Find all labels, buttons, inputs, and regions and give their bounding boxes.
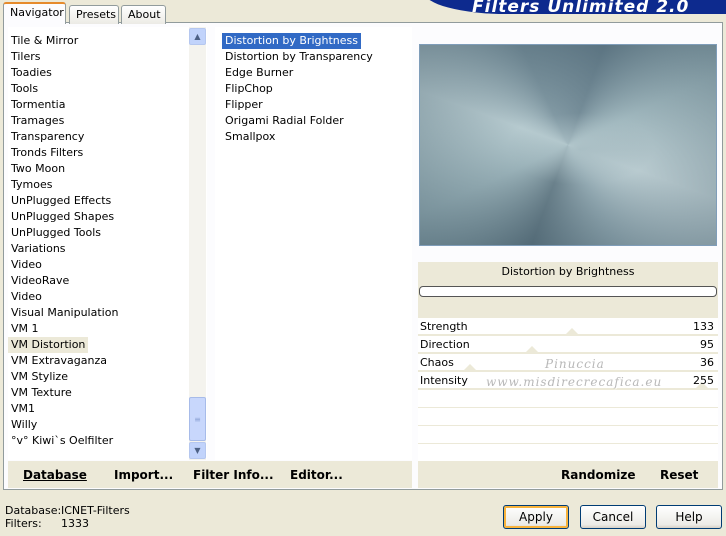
slider-direction[interactable]: Direction 95 xyxy=(418,336,718,353)
watermark-text: Pinuccia xyxy=(545,357,605,371)
slider-row-empty xyxy=(418,444,718,461)
logo-text: Filters Unlimited 2.0 xyxy=(472,0,690,14)
filter-item[interactable]: Edge Burner xyxy=(222,65,296,81)
category-item[interactable]: VM Extravaganza xyxy=(8,353,110,369)
category-item[interactable]: VM Distortion xyxy=(8,337,89,353)
slider-row-empty xyxy=(418,426,718,443)
slider-row-empty xyxy=(418,408,718,425)
tab-about[interactable]: About xyxy=(121,5,166,24)
category-item[interactable]: UnPlugged Effects xyxy=(8,193,114,209)
filter-item[interactable]: Smallpox xyxy=(222,129,278,145)
progress-bar xyxy=(419,286,717,297)
category-item[interactable]: Tramages xyxy=(8,113,67,129)
database-status-value: ICNET-Filters xyxy=(61,504,130,517)
filter-item[interactable]: Flipper xyxy=(222,97,266,113)
randomize-button[interactable]: Randomize xyxy=(561,468,635,482)
slider-thumb[interactable] xyxy=(525,346,539,353)
category-item[interactable]: Two Moon xyxy=(8,161,68,177)
slider-label: Direction xyxy=(420,338,470,351)
category-item[interactable]: Tile & Mirror xyxy=(8,33,81,49)
filter-preview-image xyxy=(419,44,717,246)
filters-count-value: 1333 xyxy=(61,517,89,530)
slider-label: Intensity xyxy=(420,374,468,387)
scroll-thumb[interactable]: ≡ xyxy=(189,397,206,441)
help-button[interactable]: Help xyxy=(656,505,722,529)
category-item[interactable]: Tilers xyxy=(8,49,44,65)
category-list[interactable]: ▲ ≡ ▼ Tile & Mirror Tilers Toadies Tools Tor… xyxy=(8,27,207,460)
scroll-down-arrow-icon[interactable]: ▼ xyxy=(189,442,206,459)
category-item[interactable]: Willy xyxy=(8,417,40,433)
category-item[interactable]: Visual Manipulation xyxy=(8,305,121,321)
slider-value: 36 xyxy=(700,356,714,369)
filter-item[interactable]: Distortion by Brightness xyxy=(221,32,362,50)
category-item[interactable]: UnPlugged Tools xyxy=(8,225,104,241)
slider-label: Chaos xyxy=(420,356,454,369)
filter-name-title: Distortion by Brightness xyxy=(501,265,635,278)
category-item[interactable]: Tormentia xyxy=(8,97,68,113)
category-item[interactable]: VM Stylize xyxy=(8,369,71,385)
filter-item[interactable]: FlipChop xyxy=(222,81,276,97)
filter-item[interactable]: Origami Radial Folder xyxy=(222,113,347,129)
slider-value: 255 xyxy=(693,374,714,387)
category-item[interactable]: VM1 xyxy=(8,401,38,417)
filter-list[interactable]: Distortion by Brightness Distortion by Tr… xyxy=(215,27,412,460)
category-scrollbar[interactable]: ▲ ≡ ▼ xyxy=(189,27,206,460)
filter-info-button[interactable]: Filter Info... xyxy=(193,468,274,482)
database-status-label: Database: xyxy=(5,504,62,517)
database-button-label: Database xyxy=(23,468,87,482)
scroll-up-arrow-icon[interactable]: ▲ xyxy=(189,28,206,45)
category-item[interactable]: Video xyxy=(8,289,45,305)
slider-row-empty xyxy=(418,390,718,407)
editor-button[interactable]: Editor... xyxy=(290,468,343,482)
category-item[interactable]: °v° Kiwi`s Oelfilter xyxy=(8,433,116,449)
app-logo: Filters Unlimited 2.0 xyxy=(424,0,726,14)
category-item[interactable]: VM Texture xyxy=(8,385,75,401)
cancel-button[interactable]: Cancel xyxy=(580,505,646,529)
category-item[interactable]: VideoRave xyxy=(8,273,72,289)
slider-thumb[interactable] xyxy=(565,328,579,335)
slider-label: Strength xyxy=(420,320,468,333)
tab-presets[interactable]: Presets xyxy=(69,5,119,24)
category-item[interactable]: Video xyxy=(8,257,45,273)
watermark-url: www.misdirecrecafica.eu xyxy=(486,375,663,389)
category-item[interactable]: Tymoes xyxy=(8,177,55,193)
import-button[interactable]: Import... xyxy=(114,468,173,482)
category-item[interactable]: Transparency xyxy=(8,129,87,145)
category-item[interactable]: Variations xyxy=(8,241,69,257)
slider-thumb[interactable] xyxy=(463,364,477,371)
tab-navigator[interactable]: Navigator xyxy=(3,2,66,24)
database-button[interactable]: Database xyxy=(23,468,87,482)
category-item[interactable]: VM 1 xyxy=(8,321,42,337)
slider-value: 133 xyxy=(693,320,714,333)
filters-count-label: Filters: xyxy=(5,517,42,530)
category-item[interactable]: UnPlugged Shapes xyxy=(8,209,117,225)
slider-value: 95 xyxy=(700,338,714,351)
apply-button[interactable]: Apply xyxy=(503,505,569,529)
reset-button[interactable]: Reset xyxy=(660,468,698,482)
slider-strength[interactable]: Strength 133 xyxy=(418,318,718,335)
category-item[interactable]: Tools xyxy=(8,81,41,97)
category-item[interactable]: Tronds Filters xyxy=(8,145,86,161)
category-item[interactable]: Toadies xyxy=(8,65,55,81)
filter-item[interactable]: Distortion by Transparency xyxy=(222,49,376,65)
